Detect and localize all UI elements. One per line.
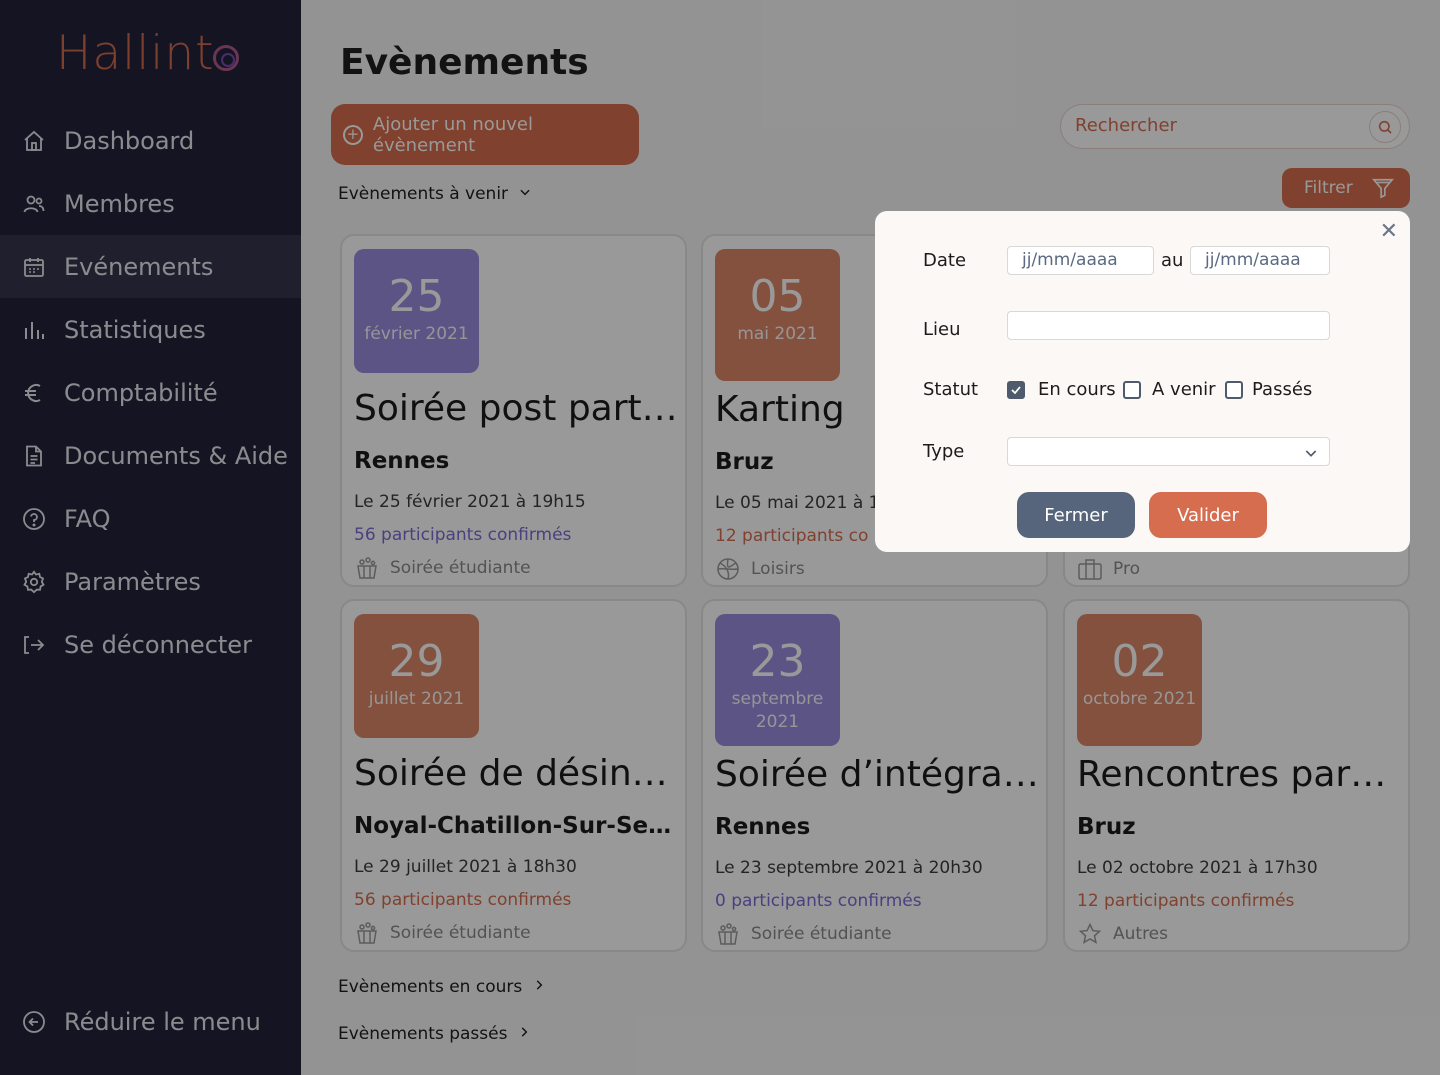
status-en-cours-checkbox[interactable]: [1007, 381, 1025, 399]
chevron-down-icon: [1303, 443, 1319, 470]
submit-button[interactable]: Valider: [1149, 492, 1267, 538]
date-label: Date: [923, 250, 967, 271]
status-label: Statut: [923, 379, 979, 400]
place-label: Lieu: [923, 319, 961, 340]
status-en-cours-label: En cours: [1038, 379, 1116, 400]
place-field[interactable]: [1007, 311, 1330, 340]
date-to-field[interactable]: jj/mm/aaaa: [1190, 246, 1330, 275]
status-passes-checkbox[interactable]: [1225, 381, 1243, 399]
status-a-venir-checkbox[interactable]: [1123, 381, 1141, 399]
type-select[interactable]: [1007, 437, 1330, 466]
type-label: Type: [923, 441, 965, 462]
date-separator: au: [1161, 250, 1184, 271]
close-button[interactable]: Fermer: [1017, 492, 1135, 538]
status-a-venir-label: A venir: [1152, 379, 1216, 400]
close-icon[interactable]: ✕: [1380, 219, 1398, 244]
status-passes-label: Passés: [1252, 379, 1313, 400]
date-from-field[interactable]: jj/mm/aaaa: [1007, 246, 1154, 275]
filter-modal: ✕ Date jj/mm/aaaa au jj/mm/aaaa Lieu Sta…: [875, 211, 1410, 552]
